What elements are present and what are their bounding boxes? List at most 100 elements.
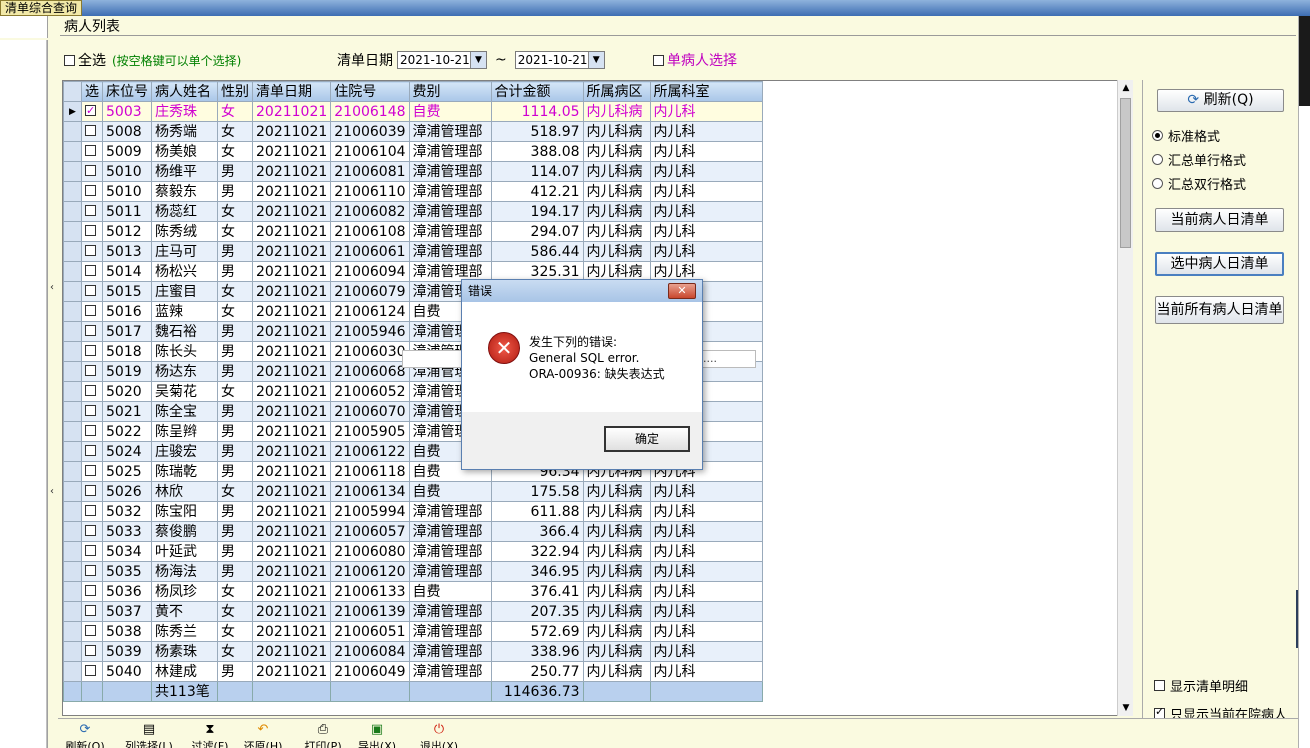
column-header[interactable]: 合计金额 xyxy=(490,81,584,102)
table-row[interactable]: 5033 蔡俊鹏男 20211021 21006057 漳浦管理部 366.4 内儿科病 内儿… xyxy=(63,521,763,542)
row-select-cell[interactable] xyxy=(81,541,103,562)
row-select-cell[interactable] xyxy=(81,501,103,522)
row-select-cell[interactable] xyxy=(81,641,103,662)
table-row[interactable]: 5035 杨海法男 20211021 21006120 漳浦管理部 346.95 内儿科病内… xyxy=(63,561,763,582)
row-select-cell[interactable] xyxy=(81,421,103,442)
table-row[interactable]: 5040 林建成男 20211021 21006049 漳浦管理部 250.77 内儿科病内… xyxy=(63,661,763,682)
table-row[interactable]: 5032 陈宝阳男 20211021 21005994 漳浦管理部 611.88 内儿科病内… xyxy=(63,501,763,522)
single-patient-group[interactable]: 单病人选择 xyxy=(653,50,737,70)
current-patient-daily-button[interactable]: 当前病人日清单 xyxy=(1155,208,1284,232)
select-all-checkbox[interactable] xyxy=(64,54,75,66)
row-select-cell[interactable] xyxy=(81,481,103,502)
radio-standard-dot[interactable] xyxy=(1152,130,1163,141)
row-select-checkbox[interactable] xyxy=(85,144,96,156)
row-select-cell[interactable] xyxy=(81,581,103,602)
show-detail-option[interactable]: 显示清单明细 xyxy=(1154,676,1248,695)
scroll-thumb[interactable] xyxy=(1120,98,1131,248)
radio-summary-double[interactable]: 汇总双行格式 xyxy=(1152,174,1246,193)
table-row[interactable]: 5026 林欣女 20211021 21006134 自费 175.58 内儿科病 内儿科 xyxy=(63,481,763,502)
row-select-cell[interactable] xyxy=(81,621,103,642)
row-select-checkbox[interactable] xyxy=(85,424,96,436)
column-header[interactable]: 费别 xyxy=(408,81,492,102)
table-row[interactable]: 5037 黄不女 20211021 21006139 漳浦管理部 207.35 内儿科病 内儿… xyxy=(63,601,763,622)
row-select-cell[interactable] xyxy=(81,361,103,382)
splitter-arrow-icon[interactable]: ‹ xyxy=(50,282,54,293)
toolbar-filter-button[interactable]: ⧗ 过滤(F) xyxy=(185,722,235,748)
row-select-checkbox[interactable] xyxy=(85,644,96,656)
date-from-picker[interactable]: 2021-10-21 ▼ xyxy=(397,51,487,69)
row-select-cell[interactable] xyxy=(81,281,103,302)
chevron-down-icon[interactable]: ▼ xyxy=(587,52,604,68)
radio-summary-single[interactable]: 汇总单行格式 xyxy=(1152,150,1246,169)
row-select-checkbox[interactable] xyxy=(85,384,96,396)
row-select-checkbox[interactable] xyxy=(85,124,96,136)
table-row[interactable]: 5038 陈秀兰女 20211021 21006051 漳浦管理部 572.69 内儿科病内… xyxy=(63,621,763,642)
row-select-checkbox[interactable] xyxy=(85,344,96,356)
row-select-checkbox[interactable] xyxy=(85,524,96,536)
toolbar-export-button[interactable]: ▣ 导出(X) xyxy=(352,722,402,748)
row-select-cell[interactable] xyxy=(81,261,103,282)
row-select-checkbox[interactable] xyxy=(85,584,96,596)
row-select-cell[interactable] xyxy=(81,321,103,342)
module-tab[interactable]: 清单综合查询 xyxy=(0,0,83,16)
table-row[interactable]: 5013 庄马可男 20211021 21006061 漳浦管理部 586.44 内儿科病内… xyxy=(63,241,763,262)
radio-summary-double-dot[interactable] xyxy=(1152,178,1163,189)
date-to-picker[interactable]: 2021-10-21 ▼ xyxy=(514,51,605,69)
row-select-cell[interactable] xyxy=(81,301,103,322)
all-patients-daily-button[interactable]: 当前所有病人日清单 xyxy=(1155,296,1284,324)
row-select-cell[interactable] xyxy=(81,521,103,542)
row-select-cell[interactable] xyxy=(81,201,103,222)
row-select-checkbox[interactable] xyxy=(85,184,96,196)
row-select-checkbox[interactable] xyxy=(85,604,96,616)
row-select-checkbox[interactable] xyxy=(85,204,96,216)
row-select-cell[interactable] xyxy=(81,661,103,682)
toolbar-refresh-button[interactable]: ⟳ 刷新(Q) xyxy=(60,722,110,748)
column-header[interactable]: 性别 xyxy=(217,81,253,102)
row-select-checkbox[interactable] xyxy=(85,224,96,236)
row-select-checkbox[interactable] xyxy=(85,304,96,316)
row-select-cell[interactable] xyxy=(81,381,103,402)
ok-button[interactable]: 确定 xyxy=(604,426,690,452)
row-select-cell[interactable] xyxy=(81,181,103,202)
grid-scrollbar[interactable]: ▲ ▼ xyxy=(1117,80,1133,716)
row-select-checkbox[interactable] xyxy=(85,164,96,176)
row-select-checkbox[interactable] xyxy=(85,564,96,576)
row-select-cell[interactable] xyxy=(81,161,103,182)
show-detail-checkbox[interactable] xyxy=(1154,680,1165,691)
scroll-up-icon[interactable]: ▲ xyxy=(1118,80,1134,96)
table-row[interactable]: 5036 杨凤珍女 20211021 21006133 自费 376.41 内儿科病 内儿科 xyxy=(63,581,763,602)
row-select-checkbox[interactable] xyxy=(85,444,96,456)
column-header[interactable]: 住院号 xyxy=(330,81,410,102)
row-select-cell[interactable] xyxy=(81,441,103,462)
row-select-checkbox[interactable] xyxy=(85,484,96,496)
toolbar-print-button[interactable]: ⎙ 打印(P) xyxy=(298,722,348,748)
scroll-down-icon[interactable]: ▼ xyxy=(1118,700,1134,716)
row-select-cell[interactable] xyxy=(81,601,103,622)
row-select-cell[interactable] xyxy=(81,221,103,242)
column-header[interactable]: 选 xyxy=(81,81,103,102)
table-row[interactable]: 5039 杨素珠女 20211021 21006084 漳浦管理部 338.96 内儿科病内… xyxy=(63,641,763,662)
column-header[interactable]: 所属科室 xyxy=(649,81,763,102)
row-select-checkbox[interactable] xyxy=(85,324,96,336)
row-select-checkbox[interactable] xyxy=(85,464,96,476)
column-header[interactable]: 清单日期 xyxy=(251,81,332,102)
toolbar-column-select-button[interactable]: ▤ 列选择(L) xyxy=(124,722,174,748)
column-header[interactable]: 所属病区 xyxy=(582,81,651,102)
row-select-cell[interactable] xyxy=(81,401,103,422)
row-select-cell[interactable] xyxy=(81,561,103,582)
row-select-checkbox[interactable] xyxy=(85,264,96,276)
row-select-checkbox[interactable] xyxy=(85,244,96,256)
table-row[interactable]: ▶ 5003庄秀珠女2021102121006148自费1114.05内儿科病内儿… xyxy=(63,101,763,122)
single-patient-checkbox[interactable] xyxy=(653,54,664,66)
table-row[interactable]: 5008 杨秀端女 20211021 21006039 漳浦管理部 518.97 内儿科病内… xyxy=(63,121,763,142)
splitter-arrow-icon[interactable]: ‹ xyxy=(50,486,54,497)
table-row[interactable]: 5009 杨美娘女 20211021 21006104 漳浦管理部 388.08 内儿科病内… xyxy=(63,141,763,162)
row-select-checkbox[interactable] xyxy=(85,504,96,516)
refresh-button[interactable]: ⟳ 刷新(Q) xyxy=(1157,89,1284,112)
toolbar-exit-button[interactable]: ⏻ 退出(X) xyxy=(414,722,464,748)
row-select-checkbox[interactable] xyxy=(85,364,96,376)
column-header[interactable]: 床位号 xyxy=(102,81,152,102)
row-select-checkbox[interactable] xyxy=(85,404,96,416)
row-select-cell[interactable] xyxy=(81,241,103,262)
row-select-cell[interactable] xyxy=(81,101,103,122)
